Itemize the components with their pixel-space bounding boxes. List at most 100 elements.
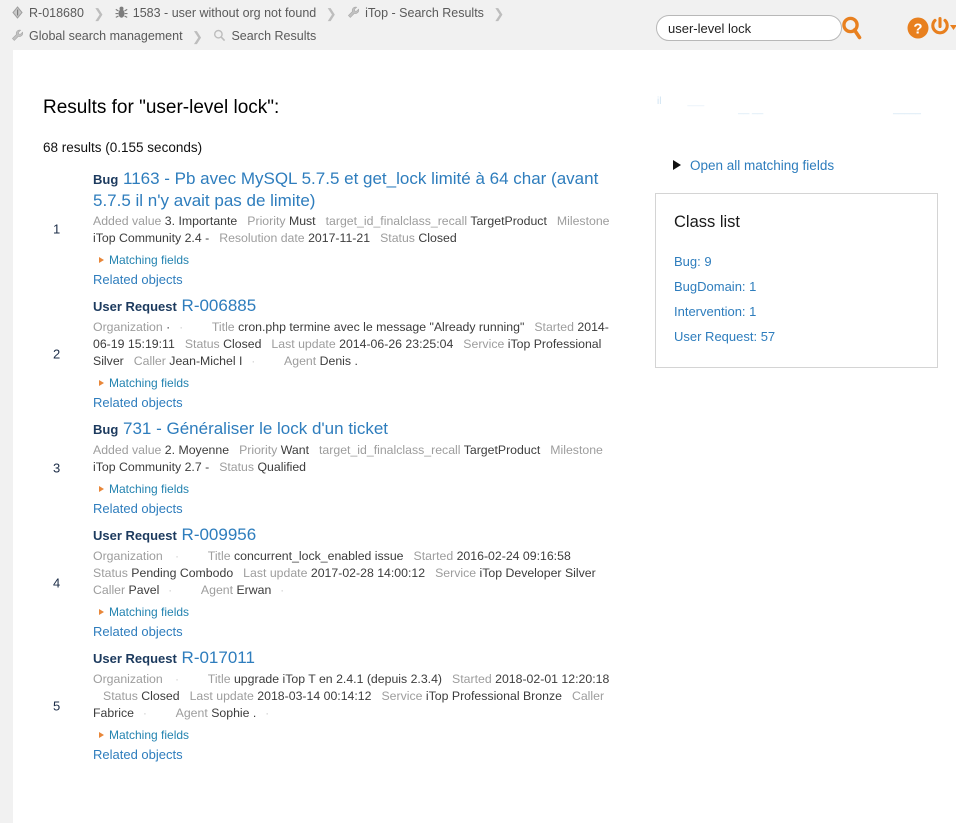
redacted-value: · xyxy=(242,354,275,368)
class-list-item[interactable]: User Request: 57 xyxy=(674,324,937,349)
field-label: Title xyxy=(207,672,231,686)
related-objects-link[interactable]: Related objects xyxy=(93,272,183,287)
open-all-matching-fields-link[interactable]: Open all matching fields xyxy=(673,158,933,173)
matching-fields-toggle[interactable]: Matching fields xyxy=(99,482,643,496)
matching-fields-toggle[interactable]: Matching fields xyxy=(99,376,643,390)
breadcrumb-item-global-search-management[interactable]: Global search management xyxy=(10,25,183,48)
result-title-text: R-009956 xyxy=(176,525,257,544)
result-item: 3 Bug 731 - Généraliser le lock d'un tick… xyxy=(43,418,643,518)
result-title-link[interactable]: Bug 1163 - Pb avec MySQL 5.7.5 et get_lo… xyxy=(93,168,618,211)
field-value: iTop Community 2.7 - xyxy=(93,460,210,474)
field-label: Agent xyxy=(175,706,208,720)
breadcrumb-item-r-018680[interactable]: R-018680 xyxy=(10,2,84,25)
breadcrumb-item-bug-1583[interactable]: 1583 - user without org not found xyxy=(114,2,316,25)
matching-fields-label: Matching fields xyxy=(109,482,190,496)
field-label: Status xyxy=(380,231,415,245)
breadcrumb-item-search-results[interactable]: Search Results xyxy=(212,25,316,48)
field-value: 2018-03-14 00:14:12 xyxy=(257,689,372,703)
field-label: Agent xyxy=(200,583,234,597)
redacted-value: · xyxy=(134,706,166,720)
matching-fields-toggle[interactable]: Matching fields xyxy=(99,253,643,267)
field-label: Status xyxy=(184,337,220,351)
help-question-icon[interactable]: ? xyxy=(906,16,930,40)
field-label: Resolution date xyxy=(219,231,305,245)
matching-fields-label: Matching fields xyxy=(109,605,190,619)
redacted-value: · xyxy=(166,672,198,686)
field-value: 2018-02-01 12:20:18 xyxy=(495,672,610,686)
result-class-label: Bug xyxy=(93,172,119,187)
class-list-item[interactable]: Intervention: 1 xyxy=(674,299,937,324)
logoff-power-button[interactable] xyxy=(928,14,956,40)
svg-text:?: ? xyxy=(913,20,922,37)
result-title-text: 1163 - Pb avec MySQL 5.7.5 et get_lock l… xyxy=(93,169,599,210)
vertical-scrollbar-track[interactable] xyxy=(949,50,956,823)
result-title-link[interactable]: User Request R-006885 xyxy=(93,295,618,317)
field-value: 2017-11-21 xyxy=(308,231,371,245)
field-label: Started xyxy=(452,672,492,686)
field-value: TargetProduct xyxy=(470,214,547,228)
field-label: target_id_finalclass_recall xyxy=(325,214,468,228)
result-title-link[interactable]: Bug 731 - Généraliser le lock d'un ticke… xyxy=(93,418,618,440)
related-objects-link[interactable]: Related objects xyxy=(93,747,183,762)
matching-fields-toggle[interactable]: Matching fields xyxy=(99,605,643,619)
result-fields: Organization · Title upgrade iTop T en 2… xyxy=(93,671,613,722)
wrench-icon xyxy=(346,5,361,20)
related-objects-link[interactable]: Related objects xyxy=(93,624,183,639)
field-value: 2014-06-26 23:25:04 xyxy=(339,337,454,351)
result-title-link[interactable]: User Request R-009956 xyxy=(93,524,618,546)
field-value: 2016-02-24 09:16:58 xyxy=(456,549,571,563)
breadcrumb-row-2: Global search management ❯ Search Result… xyxy=(10,25,650,48)
faint-washed-text: il _____ __ _____ xyxy=(657,96,921,115)
open-all-matching-fields-label: Open all matching fields xyxy=(690,158,835,173)
field-label: Added value xyxy=(93,443,162,457)
related-objects-link[interactable]: Related objects xyxy=(93,395,183,410)
triangle-right-icon xyxy=(99,379,104,386)
field-label: Started xyxy=(413,549,454,563)
search-submit-button[interactable] xyxy=(838,13,866,43)
field-label: target_id_finalclass_recall xyxy=(319,443,461,457)
result-title-text: R-006885 xyxy=(176,296,257,315)
redacted-value: · xyxy=(159,583,191,597)
field-value: 3. Importante xyxy=(164,214,238,228)
field-value: Closed xyxy=(418,231,457,245)
result-index: 5 xyxy=(53,698,61,713)
redacted-value: · xyxy=(166,549,198,563)
field-value: concurrent_lock_enabled issue xyxy=(233,549,404,563)
result-class-label: Bug xyxy=(93,422,119,437)
breadcrumb: R-018680 ❯ 1583 - user without org not f… xyxy=(10,2,650,48)
class-list-item[interactable]: Bug: 9 xyxy=(674,249,937,274)
field-label: Service xyxy=(463,337,505,351)
result-index: 3 xyxy=(53,460,61,476)
field-value: Want xyxy=(280,443,309,457)
field-label: Status xyxy=(103,689,138,703)
field-value: Erwan xyxy=(236,583,272,597)
class-list-panel: Class list Bug: 9 BugDomain: 1 Interventio… xyxy=(655,193,938,368)
field-label: Priority xyxy=(247,214,286,228)
field-label: Service xyxy=(381,689,423,703)
field-label: Status xyxy=(219,460,255,474)
breadcrumb-separator: ❯ xyxy=(325,6,337,22)
field-value: Must xyxy=(288,214,316,228)
field-label: Title xyxy=(207,549,231,563)
breadcrumb-separator: ❯ xyxy=(93,6,105,22)
related-objects-link[interactable]: Related objects xyxy=(93,501,183,516)
wrench-icon xyxy=(10,28,25,43)
matching-fields-toggle[interactable]: Matching fields xyxy=(99,728,643,742)
field-label: Title xyxy=(211,320,235,334)
triangle-right-icon xyxy=(99,485,104,492)
field-label: Caller xyxy=(571,689,605,703)
search-results-page: R-018680 ❯ 1583 - user without org not f… xyxy=(0,0,956,823)
result-title-link[interactable]: User Request R-017011 xyxy=(93,647,618,669)
class-list-item[interactable]: BugDomain: 1 xyxy=(674,274,937,299)
result-index: 4 xyxy=(53,575,61,590)
search-input[interactable] xyxy=(656,15,842,41)
field-label: Milestone xyxy=(556,214,610,228)
content-pane: Results for "user-level lock": 68 result… xyxy=(13,50,950,823)
result-item: 5 User Request R-017011 Organization · Tit… xyxy=(43,647,643,764)
field-label: Status xyxy=(93,566,128,580)
result-class-label: User Request xyxy=(93,528,177,543)
redacted-value: · xyxy=(256,706,288,720)
triangle-right-icon xyxy=(99,256,104,263)
redacted-value: · xyxy=(271,583,303,597)
breadcrumb-item-itop-search-results[interactable]: iTop - Search Results xyxy=(346,2,484,25)
